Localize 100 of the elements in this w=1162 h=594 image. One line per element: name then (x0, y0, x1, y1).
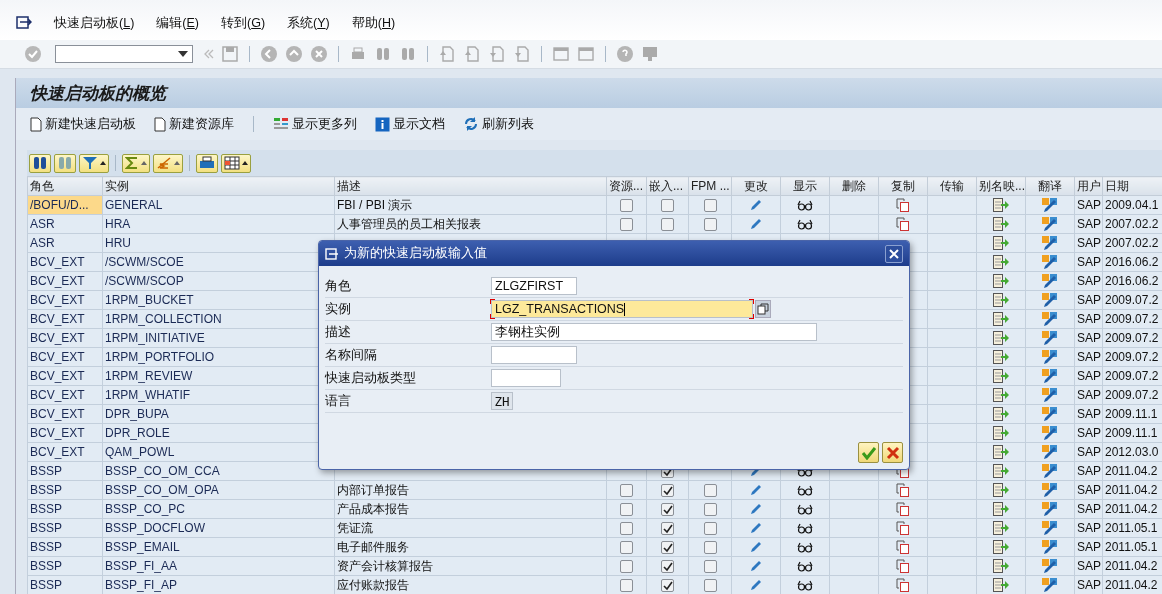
glasses-icon[interactable] (797, 503, 813, 516)
pencil-icon[interactable] (749, 521, 763, 536)
cancel-button[interactable] (882, 442, 903, 463)
column-header[interactable]: 翻译 (1025, 176, 1075, 196)
translate-icon[interactable] (1041, 425, 1059, 441)
translate-icon[interactable] (1041, 577, 1059, 593)
copy-icon[interactable] (896, 540, 910, 555)
translate-icon[interactable] (1041, 368, 1059, 384)
column-header[interactable]: 嵌入... (646, 176, 689, 196)
document-arrow-icon[interactable] (992, 311, 1010, 327)
copy-icon[interactable] (896, 559, 910, 574)
checkbox[interactable] (661, 503, 674, 517)
checkbox[interactable] (661, 218, 674, 232)
column-header[interactable]: 别名映... (976, 176, 1026, 196)
checkbox[interactable] (620, 484, 633, 498)
copy-icon[interactable] (896, 502, 910, 517)
filter-button[interactable] (79, 153, 109, 173)
checkbox[interactable] (661, 541, 674, 555)
translate-icon[interactable] (1041, 197, 1059, 213)
translate-icon[interactable] (1041, 216, 1059, 232)
translate-icon[interactable] (1041, 406, 1059, 422)
copy-icon[interactable] (896, 198, 910, 213)
input-field[interactable] (491, 346, 577, 364)
glasses-icon[interactable] (797, 199, 813, 212)
pencil-icon[interactable] (749, 559, 763, 574)
checkbox[interactable] (661, 560, 674, 574)
translate-icon[interactable] (1041, 311, 1059, 327)
glasses-icon[interactable] (797, 484, 813, 497)
pencil-icon[interactable] (749, 578, 763, 593)
document-arrow-icon[interactable] (992, 197, 1010, 213)
close-button[interactable] (885, 244, 903, 263)
checkbox[interactable] (703, 560, 717, 574)
checkbox[interactable] (703, 579, 717, 593)
translate-icon[interactable] (1041, 444, 1059, 460)
menu-item[interactable]: 帮助(H) (351, 14, 396, 32)
translate-icon[interactable] (1041, 349, 1059, 365)
menu-item[interactable]: 快速启动板(L) (54, 14, 135, 32)
checkbox[interactable] (620, 560, 633, 574)
checkbox[interactable] (620, 218, 633, 232)
translate-icon[interactable] (1041, 330, 1059, 346)
sum-button[interactable] (122, 153, 150, 173)
document-arrow-icon[interactable] (992, 406, 1010, 422)
document-arrow-icon[interactable] (992, 330, 1010, 346)
checkbox[interactable] (661, 199, 674, 213)
translate-icon[interactable] (1041, 558, 1059, 574)
input-field[interactable]: LGZ_TRANSACTIONS (491, 300, 753, 318)
find-button[interactable] (29, 153, 51, 173)
pencil-icon[interactable] (749, 540, 763, 555)
document-arrow-icon[interactable] (992, 444, 1010, 460)
translate-icon[interactable] (1041, 463, 1059, 479)
toolbar-button[interactable]: 新建资源库 (152, 115, 236, 133)
confirm-button[interactable] (858, 442, 879, 463)
column-header[interactable]: 传输 (927, 176, 977, 196)
checkbox[interactable] (703, 484, 717, 498)
checkbox[interactable] (620, 503, 633, 517)
command-field[interactable] (55, 45, 193, 63)
checkbox[interactable] (703, 199, 717, 213)
document-arrow-icon[interactable] (992, 501, 1010, 517)
print-button[interactable] (196, 153, 218, 173)
checkbox[interactable] (661, 522, 674, 536)
document-arrow-icon[interactable] (992, 425, 1010, 441)
document-arrow-icon[interactable] (992, 558, 1010, 574)
toolbar-button[interactable]: 刷新列表 (461, 115, 536, 133)
document-arrow-icon[interactable] (992, 368, 1010, 384)
document-arrow-icon[interactable] (992, 520, 1010, 536)
translate-icon[interactable] (1041, 482, 1059, 498)
column-header[interactable]: 角色 (27, 176, 103, 196)
toolbar-button[interactable]: 显示文档 (373, 115, 447, 133)
copy-icon[interactable] (896, 217, 910, 232)
checkbox[interactable] (620, 199, 633, 213)
translate-icon[interactable] (1041, 254, 1059, 270)
checkbox[interactable] (620, 579, 633, 593)
value-help-button[interactable] (755, 300, 771, 318)
translate-icon[interactable] (1041, 273, 1059, 289)
menu-item[interactable]: 转到(G) (221, 14, 266, 32)
glasses-icon[interactable] (797, 541, 813, 554)
glasses-icon[interactable] (797, 579, 813, 592)
input-field[interactable]: ZLGZFIRST (491, 277, 577, 295)
document-arrow-icon[interactable] (992, 387, 1010, 403)
pencil-icon[interactable] (749, 198, 763, 213)
pencil-icon[interactable] (749, 502, 763, 517)
column-header[interactable]: 显示 (780, 176, 830, 196)
translate-icon[interactable] (1041, 292, 1059, 308)
menu-item[interactable]: 系统(Y) (287, 14, 330, 32)
menu-item[interactable]: 编辑(E) (156, 14, 199, 32)
translate-icon[interactable] (1041, 539, 1059, 555)
column-header[interactable]: 资源... (606, 176, 647, 196)
column-header[interactable]: 用户 (1074, 176, 1103, 196)
checkbox[interactable] (620, 541, 633, 555)
checkbox[interactable] (703, 218, 717, 232)
document-arrow-icon[interactable] (992, 254, 1010, 270)
glasses-icon[interactable] (797, 522, 813, 535)
pencil-icon[interactable] (749, 217, 763, 232)
column-header[interactable]: FPM ... (688, 176, 732, 196)
layout-button[interactable] (221, 153, 251, 173)
column-header[interactable]: 描述 (334, 176, 607, 196)
column-header[interactable]: 删除 (829, 176, 879, 196)
checkbox[interactable] (703, 503, 717, 517)
document-arrow-icon[interactable] (992, 235, 1010, 251)
checkbox[interactable] (620, 522, 633, 536)
